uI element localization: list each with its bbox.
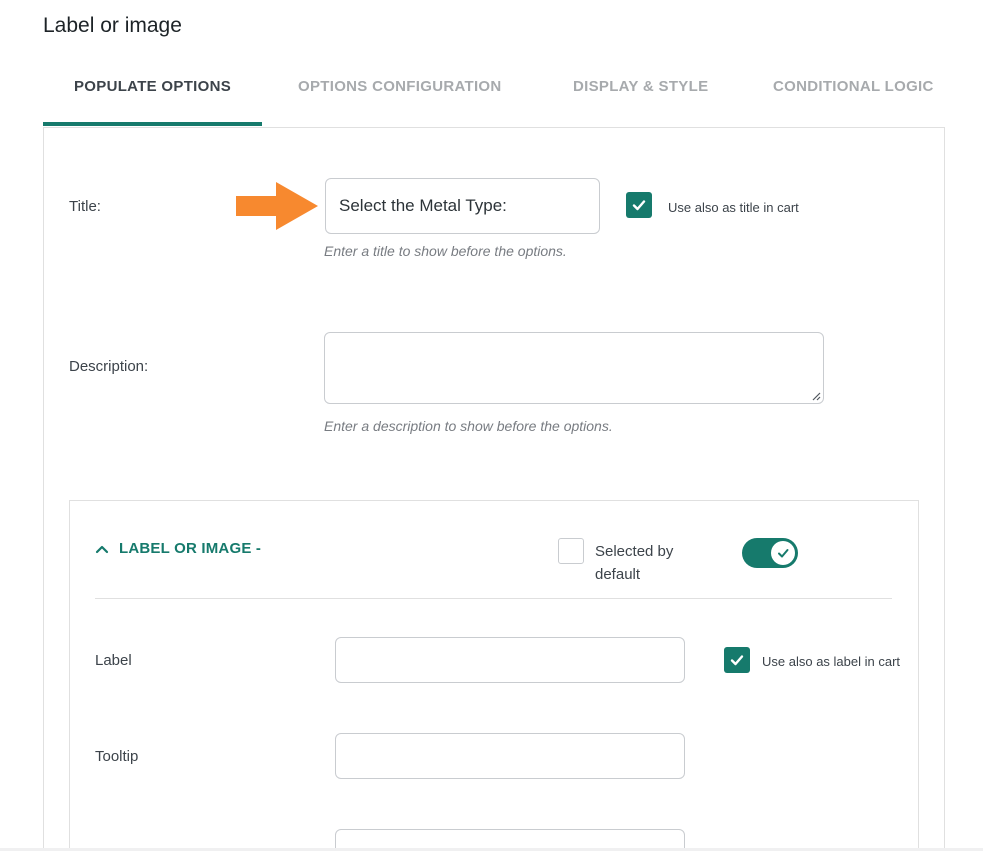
tab-display-style[interactable]: DISPLAY & STYLE <box>573 78 708 95</box>
option-section-title: LABEL OR IMAGE - <box>119 540 262 557</box>
option-label-input[interactable] <box>335 637 685 683</box>
toggle-knob <box>771 541 795 565</box>
option-section-toggle[interactable]: LABEL OR IMAGE - <box>95 540 261 557</box>
title-label: Title: <box>69 198 101 215</box>
description-hint: Enter a description to show before the o… <box>324 418 613 434</box>
resize-grip-icon[interactable] <box>811 391 821 401</box>
checkmark-icon <box>778 549 789 558</box>
section-divider <box>95 598 892 599</box>
title-hint: Enter a title to show before the options… <box>324 243 567 259</box>
option-enabled-toggle[interactable] <box>742 538 798 568</box>
description-textarea[interactable] <box>324 332 824 404</box>
tab-bar: POPULATE OPTIONS OPTIONS CONFIGURATION D… <box>43 70 945 128</box>
chevron-up-icon <box>95 545 109 553</box>
checkmark-icon <box>632 200 646 211</box>
tab-populate-options[interactable]: POPULATE OPTIONS <box>74 78 231 95</box>
checkmark-icon <box>730 655 744 666</box>
use-as-title-in-cart-checkbox[interactable] <box>626 192 652 218</box>
option-label-label: Label <box>95 652 132 669</box>
title-input[interactable] <box>325 178 600 234</box>
page-title: Label or image <box>43 14 182 37</box>
active-tab-indicator <box>43 122 262 126</box>
arrow-icon <box>236 182 318 230</box>
use-as-title-in-cart-label: Use also as title in cart <box>668 200 799 215</box>
tooltip-input[interactable] <box>335 733 685 779</box>
description-label: Description: <box>69 358 149 375</box>
selected-by-default-checkbox[interactable] <box>558 538 584 564</box>
use-as-label-in-cart-checkbox[interactable] <box>724 647 750 673</box>
tooltip-label: Tooltip <box>95 748 139 765</box>
tab-options-configuration[interactable]: OPTIONS CONFIGURATION <box>298 78 502 95</box>
use-as-label-in-cart-label: Use also as label in cart <box>762 654 901 669</box>
selected-by-default-label: Selected by default <box>595 543 674 583</box>
tab-conditional-logic[interactable]: CONDITIONAL LOGIC <box>773 78 934 95</box>
